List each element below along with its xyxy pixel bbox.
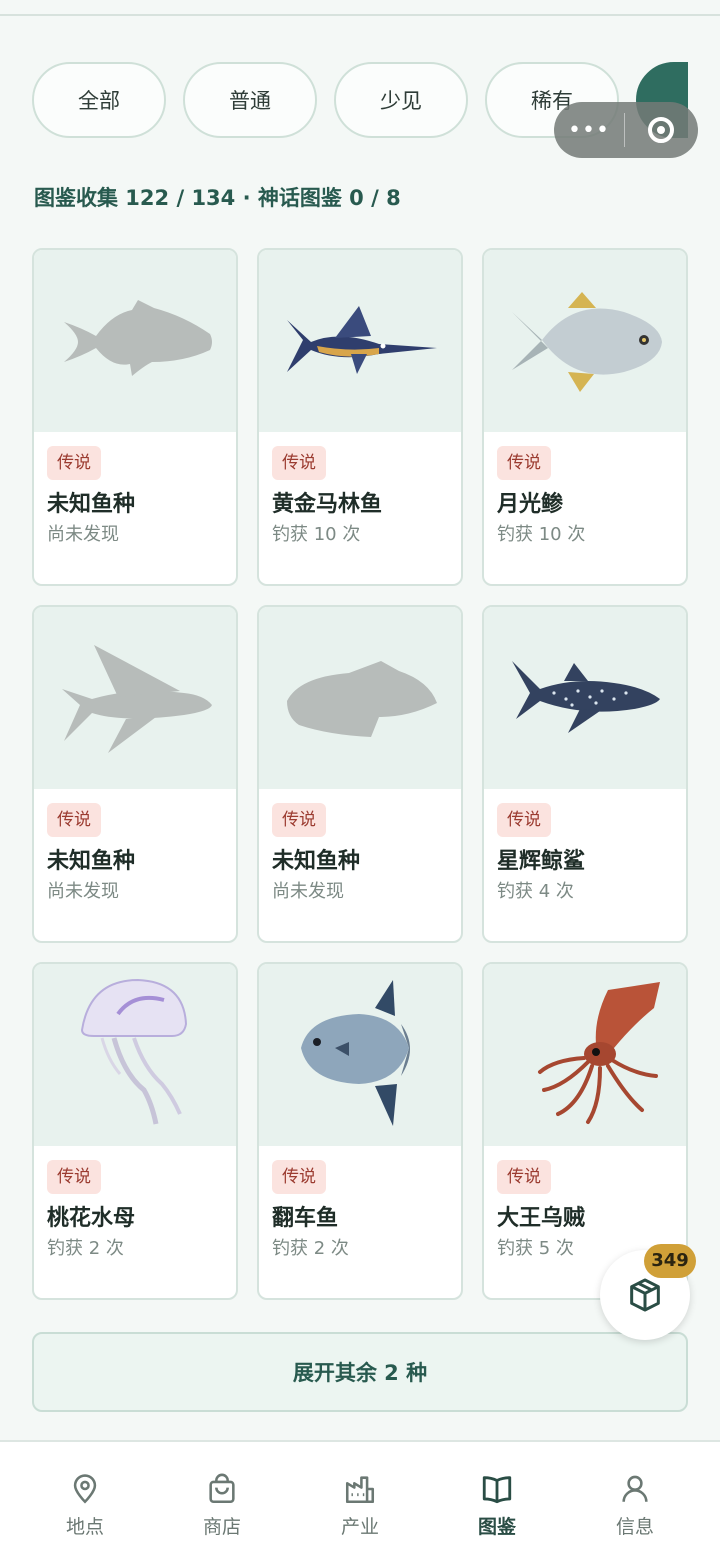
package-box-icon	[630, 1278, 660, 1312]
fish-name: 未知鱼种	[272, 849, 361, 874]
location-pin-icon	[73, 1474, 97, 1504]
jellyfish-icon	[34, 964, 236, 1146]
tab-label: 图鉴	[477, 1516, 516, 1538]
fish-card[interactable]: 传说 黄金马林鱼 钓获 10 次	[257, 248, 463, 586]
catch-count: 钓获 5 次	[497, 1238, 574, 1259]
unknown-fish-silhouette-icon	[34, 250, 236, 432]
rarity-badge: 传说	[272, 446, 326, 480]
rarity-badge: 传说	[47, 1160, 101, 1194]
tab-info[interactable]: 信息	[585, 1472, 685, 1539]
rarity-badge: 传说	[47, 803, 101, 837]
tab-label: 信息	[615, 1516, 654, 1538]
fish-card[interactable]: 传说 翻车鱼 钓获 2 次	[257, 962, 463, 1300]
sunfish-icon	[259, 964, 461, 1146]
bottom-tab-bar: 地点 商店 产业 图鉴 信息	[0, 1440, 720, 1567]
user-icon	[622, 1475, 648, 1502]
top-divider	[0, 14, 720, 16]
tab-location[interactable]: 地点	[35, 1472, 135, 1539]
rarity-badge: 传说	[497, 446, 551, 480]
filter-chip-common[interactable]: 普通	[183, 62, 317, 138]
fish-name: 黄金马林鱼	[272, 492, 383, 517]
marlin-icon	[259, 250, 461, 432]
rarity-badge: 传说	[497, 803, 551, 837]
open-book-icon	[482, 1476, 512, 1504]
collection-summary: 图鉴收集 122 / 134 · 神话图鉴 0 / 8	[34, 186, 401, 210]
fish-name: 翻车鱼	[272, 1206, 339, 1231]
fish-card[interactable]: 传说 未知鱼种 尚未发现	[32, 605, 238, 943]
tab-label: 地点	[65, 1516, 104, 1538]
fish-card[interactable]: 传说 星辉鲸鲨 钓获 4 次	[482, 605, 688, 943]
catch-count: 尚未发现	[47, 881, 119, 902]
rarity-badge: 传说	[272, 803, 326, 837]
catch-count: 钓获 4 次	[497, 881, 574, 902]
rarity-badge: 传说	[497, 1160, 551, 1194]
tab-label: 产业	[340, 1516, 379, 1538]
catch-count: 尚未发现	[47, 524, 119, 545]
filter-chip-uncommon[interactable]: 少见	[334, 62, 468, 138]
shopping-bag-icon	[209, 1473, 235, 1504]
catch-count: 尚未发现	[272, 881, 344, 902]
fish-name: 未知鱼种	[47, 849, 136, 874]
inventory-count-badge: 349	[644, 1244, 696, 1278]
fish-card[interactable]: 传说 未知鱼种 尚未发现	[257, 605, 463, 943]
whale-shark-icon	[484, 607, 686, 789]
fish-name: 桃花水母	[47, 1206, 136, 1231]
fish-name: 未知鱼种	[47, 492, 136, 517]
tab-industry[interactable]: 产业	[310, 1472, 410, 1539]
tab-shop[interactable]: 商店	[172, 1472, 272, 1539]
unknown-flyingfish-silhouette-icon	[34, 607, 236, 789]
close-target-icon[interactable]	[625, 117, 697, 143]
catch-count: 钓获 10 次	[497, 524, 586, 545]
fish-card[interactable]: 传说 月光鲹 钓获 10 次	[482, 248, 688, 586]
fish-name: 月光鲹	[497, 492, 564, 517]
fish-card[interactable]: 传说 桃花水母 钓获 2 次	[32, 962, 238, 1300]
fish-name: 大王乌贼	[497, 1206, 586, 1231]
rarity-badge: 传说	[272, 1160, 326, 1194]
fish-name: 星辉鲸鲨	[497, 849, 586, 874]
expand-more-button[interactable]: 展开其余 2 种	[32, 1332, 688, 1412]
unknown-fish-silhouette-icon	[259, 607, 461, 789]
pompano-icon	[484, 250, 686, 432]
catch-count: 钓获 2 次	[272, 1238, 349, 1259]
catch-count: 钓获 2 次	[47, 1238, 124, 1259]
more-dots-icon[interactable]: •••	[554, 118, 624, 143]
catch-count: 钓获 10 次	[272, 524, 361, 545]
tab-collection[interactable]: 图鉴	[447, 1472, 547, 1539]
giant-squid-icon	[484, 964, 686, 1146]
tab-label: 商店	[202, 1516, 241, 1538]
fish-card[interactable]: 传说 未知鱼种 尚未发现	[32, 248, 238, 586]
rarity-badge: 传说	[47, 446, 101, 480]
mini-program-capsule: •••	[554, 102, 698, 158]
filter-chip-all[interactable]: 全部	[32, 62, 166, 138]
factory-icon	[345, 1476, 375, 1504]
